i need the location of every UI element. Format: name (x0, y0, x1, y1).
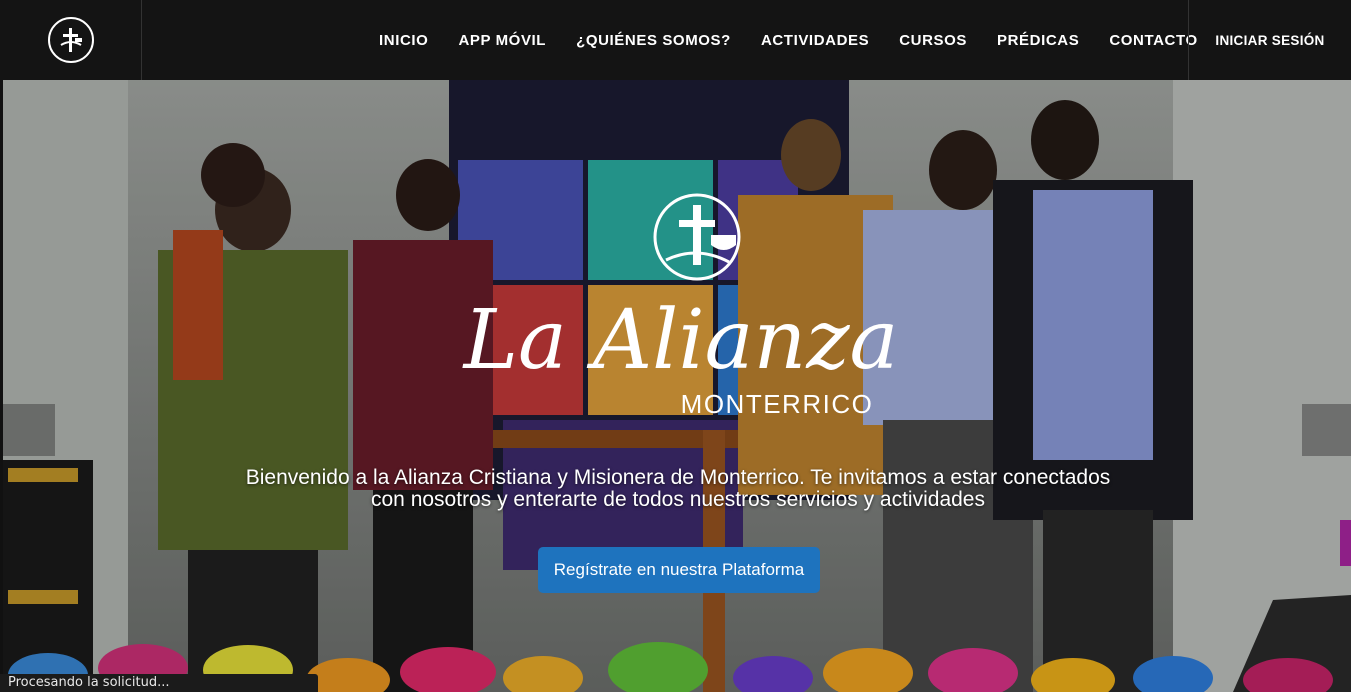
main-menu: INICIO APP MÓVIL ¿QUIÉNES SOMOS? ACTIVID… (364, 0, 1213, 80)
login-container: INICIAR SESIÓN (1188, 0, 1351, 80)
slider-next-button[interactable] (1302, 404, 1351, 456)
top-navbar: INICIO APP MÓVIL ¿QUIÉNES SOMOS? ACTIVID… (0, 0, 1351, 80)
hero-slider: La Alianza MONTERRICO Bienvenido a la Al… (3, 80, 1351, 692)
church-logo-icon (47, 17, 94, 63)
side-floating-tab[interactable] (1340, 520, 1351, 566)
logo-script-text: La Alianza (462, 293, 899, 388)
la-alianza-logo: La Alianza MONTERRICO (462, 193, 899, 419)
slider-prev-button[interactable] (3, 404, 55, 456)
nav-item-predicas[interactable]: PRÉDICAS (982, 32, 1094, 49)
register-platform-button[interactable]: Regístrate en nuestra Plataforma (538, 547, 820, 593)
browser-status-bar: Procesando la solicitud... (0, 674, 318, 692)
nav-item-quienes-somos[interactable]: ¿QUIÉNES SOMOS? (561, 32, 746, 49)
welcome-line-1: Bienvenido a la Alianza Cristiana y Misi… (245, 466, 1111, 489)
welcome-text: Bienvenido a la Alianza Cristiana y Misi… (183, 467, 1173, 511)
nav-item-actividades[interactable]: ACTIVIDADES (746, 32, 884, 49)
nav-item-inicio[interactable]: INICIO (364, 32, 443, 49)
logo-subtitle-text: MONTERRICO (681, 389, 874, 419)
login-link[interactable]: INICIAR SESIÓN (1215, 33, 1324, 48)
nav-item-app-movil[interactable]: APP MÓVIL (443, 32, 561, 49)
nav-item-cursos[interactable]: CURSOS (884, 32, 982, 49)
brand-logo-link[interactable] (0, 0, 142, 80)
welcome-line-2: con nosotros y enterarte de todos nuestr… (371, 488, 985, 511)
